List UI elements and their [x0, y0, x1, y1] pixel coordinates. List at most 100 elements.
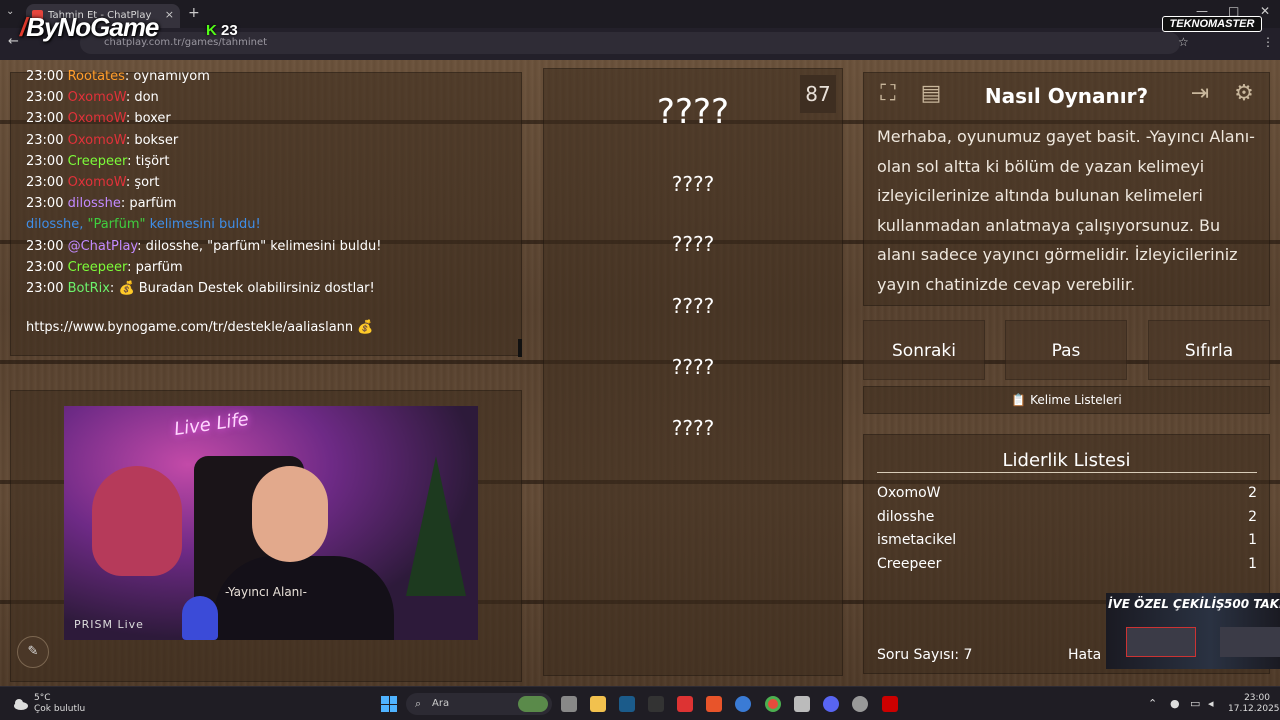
obs-app-icon[interactable]	[706, 696, 722, 712]
chrome-icon[interactable]	[765, 696, 781, 712]
chat-message: 23:00 OxomoW: şort	[26, 174, 160, 190]
chat-username[interactable]: OxomoW	[68, 90, 126, 105]
player-name: dilosshe	[877, 509, 935, 525]
windows-start-icon[interactable]	[381, 696, 397, 712]
gear-icon[interactable]: ⚙	[1228, 79, 1260, 111]
chat-text: şort	[134, 174, 160, 190]
error-count: Hata	[1068, 647, 1102, 663]
back-button[interactable]: ←	[8, 34, 19, 49]
forbidden-word: ????	[671, 416, 715, 440]
chat-text: boxer	[134, 111, 171, 127]
address-bar[interactable]: chatplay.com.tr/games/tahminet	[80, 32, 1180, 54]
kick-viewer-badge: K 23	[202, 22, 242, 42]
reset-button[interactable]: Sıfırla	[1148, 320, 1270, 380]
chat-time: 23:00	[26, 174, 64, 190]
giveaway-ad: İVE ÖZEL ÇEKİLİŞ 500 TAKİPÇ	[1106, 593, 1280, 669]
chat-text: tişört	[135, 153, 170, 169]
task-view-icon[interactable]	[561, 696, 577, 712]
how-to-play-text: Merhaba, oyunumuz gayet basit. -Yayıncı …	[877, 127, 1255, 294]
tab-list-button[interactable]: ⌄	[6, 6, 14, 17]
discord-icon[interactable]	[823, 696, 839, 712]
bookmark-star-icon[interactable]: ☆	[1178, 35, 1189, 49]
chat-message: 23:00 Creepeer: tişört	[26, 153, 170, 169]
player-name: OxomoW	[877, 485, 941, 501]
chat-time: 23:00	[26, 153, 64, 169]
main-word: ????	[656, 92, 730, 132]
app-icon-blue[interactable]	[735, 696, 751, 712]
new-tab-button[interactable]: +	[188, 5, 200, 21]
chat-time: 23:00	[26, 259, 64, 275]
steam-icon[interactable]	[619, 696, 635, 712]
donation-link[interactable]: https://www.bynogame.com/tr/destekle/aal…	[26, 320, 373, 335]
chat-username[interactable]: OxomoW	[68, 175, 126, 190]
teknomaster-logo: TEKNOMASTER	[1162, 16, 1262, 32]
bynogame-logo: /ByNoGame	[20, 12, 159, 48]
tab-close-icon[interactable]: ×	[165, 8, 174, 21]
weather-widget[interactable]: 5°C Çok bulutlu	[34, 693, 85, 715]
search-highlight-icon	[518, 696, 548, 712]
player-score: 1	[1248, 556, 1257, 572]
chat-username[interactable]: Creepeer	[68, 260, 128, 275]
chat-username[interactable]: BotRix	[68, 281, 110, 296]
chat-message: 23:00 dilosshe: parfüm	[26, 196, 177, 212]
ad-left-text: İVE ÖZEL ÇEKİLİŞ	[1108, 597, 1225, 611]
close-window-button[interactable]: ✕	[1260, 4, 1270, 18]
player-name: ismetacikel	[877, 532, 957, 548]
pass-button[interactable]: Pas	[1005, 320, 1127, 380]
chat-log: 23:00 Rootates: oynamıyom 23:00 OxomoW: …	[26, 66, 381, 299]
streamer-area-caption: -Yayıncı Alanı-	[225, 585, 307, 599]
forbidden-word: ????	[671, 355, 715, 379]
exit-icon[interactable]: ⇥	[1184, 79, 1216, 111]
chat-message: 23:00 Creepeer: parfüm	[26, 259, 183, 275]
chat-message: 23:00 Rootates: oynamıyom	[26, 69, 210, 84]
player-name: Creepeer	[877, 556, 942, 572]
tray-chevron-icon[interactable]: ⌃	[1148, 697, 1157, 710]
microphone-tray-icon[interactable]: ●	[1170, 697, 1180, 710]
chat-system-message: dilosshe, "Parfüm" kelimesini buldu!	[26, 217, 261, 233]
chat-time: 23:00	[26, 132, 64, 148]
pencil-icon[interactable]: ✎	[17, 636, 49, 668]
chat-message: 23:00 OxomoW: boxer	[26, 111, 171, 127]
settings-app-icon[interactable]	[794, 696, 810, 712]
forbidden-word: ????	[671, 232, 715, 256]
file-explorer-icon[interactable]	[590, 696, 606, 712]
chat-text: 💰 Buradan Destek olabilirsiniz dostlar!	[118, 280, 375, 296]
chat-time: 23:00	[26, 90, 64, 106]
weather-temp: 5°C	[34, 693, 51, 703]
app-icon-gray[interactable]	[852, 696, 868, 712]
chat-username[interactable]: Creepeer	[68, 154, 128, 169]
app-icon[interactable]	[648, 696, 664, 712]
leaderboard-row: ismetacikel 1	[877, 532, 1257, 556]
chat-username[interactable]: @ChatPlay	[68, 239, 138, 254]
media-app-icon[interactable]	[882, 696, 898, 712]
chat-username[interactable]: OxomoW	[68, 111, 126, 126]
search-placeholder: Ara	[432, 698, 450, 709]
chat-message: 23:00 OxomoW: bokser	[26, 132, 179, 148]
streamer-camera: Live Life PRISM Live	[64, 406, 478, 640]
word-lists-button[interactable]: 📋 Kelime Listeleri	[863, 393, 1270, 407]
taskbar-search[interactable]: ⌕ Ara	[406, 693, 552, 715]
chat-username[interactable]: OxomoW	[68, 133, 126, 148]
chat-message: 23:00 @ChatPlay: dilosshe, "parfüm" keli…	[26, 238, 382, 254]
prism-watermark: PRISM Live	[74, 618, 144, 631]
search-icon: ⌕	[415, 697, 422, 710]
chat-scrollbar[interactable]	[518, 339, 522, 357]
next-button[interactable]: Sonraki	[863, 320, 985, 380]
browser-menu-icon[interactable]: ⋮	[1262, 35, 1274, 49]
teddy-bear	[92, 466, 182, 576]
chat-text: dilosshe, "parfüm" kelimesini buldu!	[145, 238, 382, 254]
bynogame-text: ByNoGame	[26, 12, 159, 42]
chat-text: oynamıyom	[133, 69, 210, 84]
taskbar-clock[interactable]: 23:00 17.12.2025	[1228, 693, 1280, 715]
ad-right-text: 500 TAKİPÇ	[1224, 597, 1280, 611]
chat-username[interactable]: dilosshe	[68, 196, 121, 211]
chat-time: 23:00	[26, 111, 64, 127]
chat-time: 23:00	[26, 69, 64, 84]
windows-taskbar: 5°C Çok bulutlu ⌕ Ara ⌃ ● ▭ ◂ 23:00 17.1…	[0, 686, 1280, 720]
player-score: 1	[1248, 532, 1257, 548]
volume-icon[interactable]: ◂	[1208, 697, 1214, 710]
leaderboard-title: Liderlik Listesi	[1002, 450, 1131, 471]
network-icon[interactable]: ▭	[1190, 697, 1200, 710]
shield-app-icon[interactable]	[677, 696, 693, 712]
chat-username[interactable]: Rootates	[68, 69, 125, 84]
